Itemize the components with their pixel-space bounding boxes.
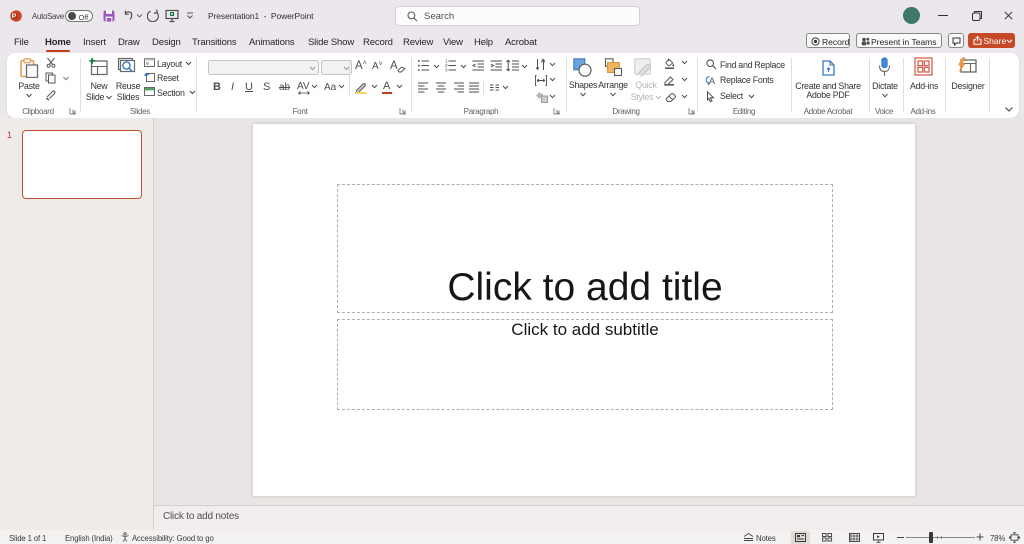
- svg-text:A: A: [541, 59, 545, 65]
- svg-text:A: A: [709, 76, 715, 86]
- svg-text:P: P: [12, 13, 17, 20]
- svg-text:3: 3: [445, 68, 448, 72]
